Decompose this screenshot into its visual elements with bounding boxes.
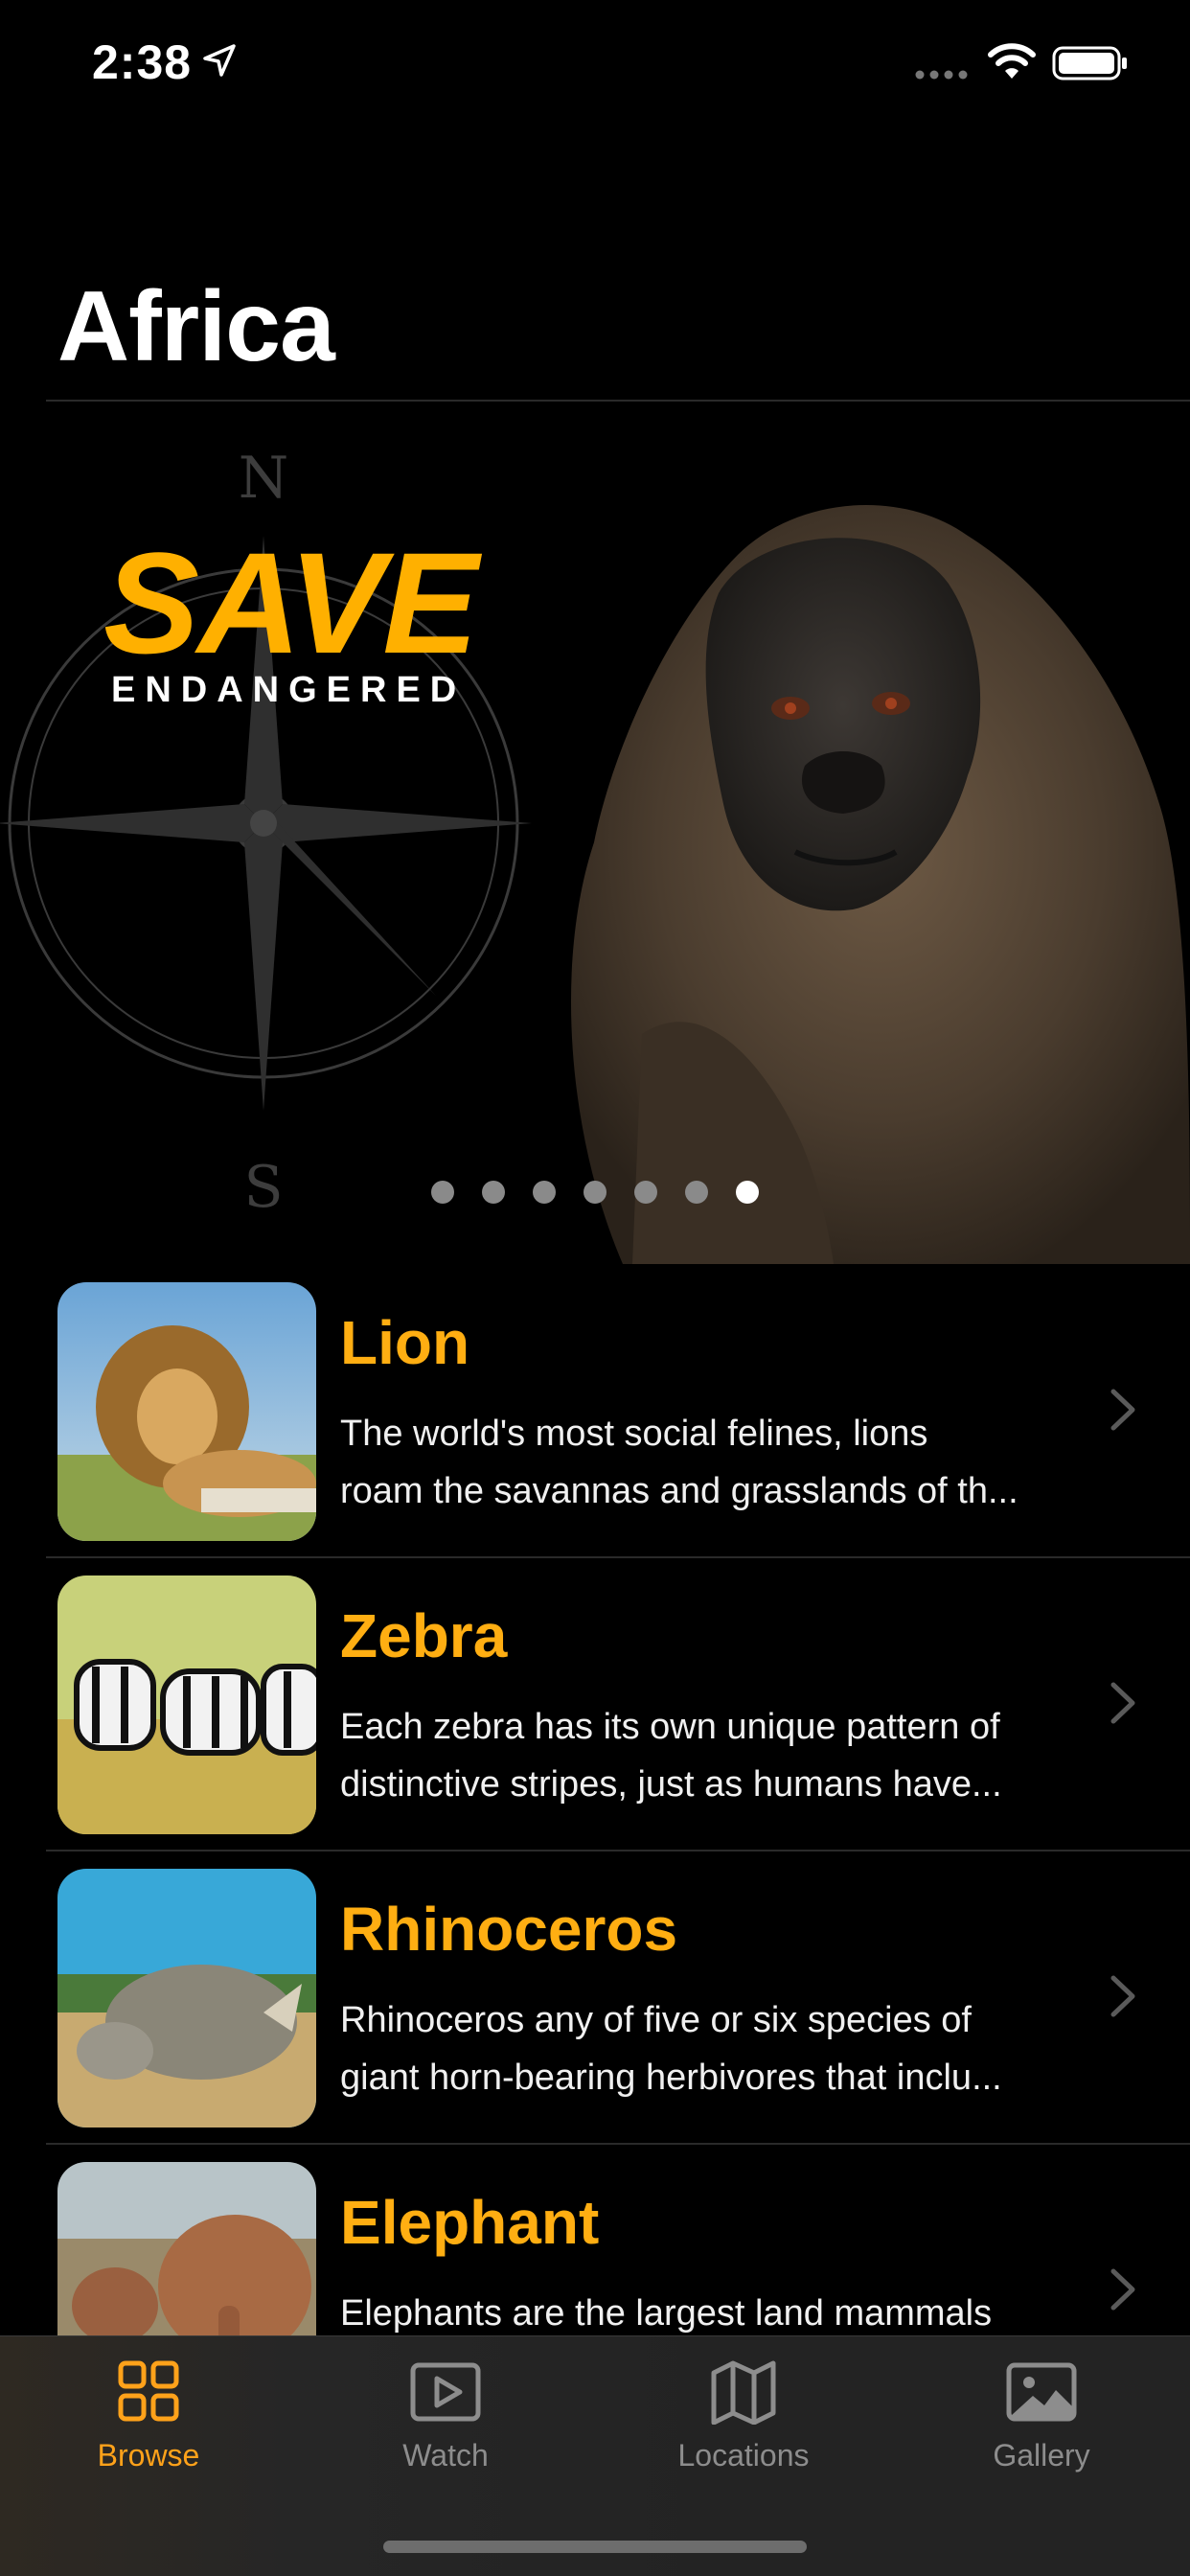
page-dot[interactable] xyxy=(685,1181,708,1204)
tab-label: Locations xyxy=(677,2438,810,2472)
hero-subheadline: ENDANGERED xyxy=(111,670,467,710)
animal-description: Rhinoceros any of five or six species of… xyxy=(340,2000,1002,2098)
page-dot[interactable] xyxy=(584,1181,606,1204)
page-dot[interactable] xyxy=(533,1181,556,1204)
animal-name: Rhinoceros xyxy=(340,1895,678,1964)
rhinoceros-thumbnail xyxy=(57,1869,316,2128)
animal-description: The world's most social felines, lions r… xyxy=(340,1414,1018,1511)
status-time: 2:38 xyxy=(92,35,193,89)
page-dot[interactable] xyxy=(736,1181,759,1204)
page-dot[interactable] xyxy=(482,1181,505,1204)
animal-description: Elephants are the largest land mammals xyxy=(340,2293,993,2334)
status-bar: 2:38 xyxy=(0,0,1190,126)
battery-icon xyxy=(1052,46,1127,80)
photo-icon xyxy=(1006,2362,1077,2422)
lion-thumbnail xyxy=(57,1282,316,1541)
animal-description: Each zebra has its own unique pattern of… xyxy=(340,1707,1002,1805)
list-item-rhinoceros[interactable]: Rhinoceros Rhinoceros any of five or six… xyxy=(0,1852,1190,2145)
hero-carousel[interactable]: N S SAVE ENDANGERED xyxy=(0,402,1190,1264)
animal-list: Lion The world's most social felines, li… xyxy=(0,1265,1190,2438)
animal-name: Zebra xyxy=(340,1601,508,1670)
gorilla-image xyxy=(571,504,1190,1264)
tab-label: Gallery xyxy=(993,2438,1090,2472)
grid-icon xyxy=(118,2360,179,2422)
list-item-zebra[interactable]: Zebra Each zebra has its own unique patt… xyxy=(0,1558,1190,1852)
animal-name: Lion xyxy=(340,1308,470,1377)
animal-name: Elephant xyxy=(340,2188,600,2257)
wifi-icon xyxy=(988,43,1036,79)
hero-headline: SAVE xyxy=(103,522,478,683)
compass-south-label: S xyxy=(243,1154,283,1221)
play-icon xyxy=(410,2362,481,2422)
cellular-signal-icon xyxy=(915,70,968,80)
tab-gallery[interactable]: Gallery xyxy=(946,2359,1137,2494)
list-item-lion[interactable]: Lion The world's most social felines, li… xyxy=(0,1265,1190,1558)
chevron-right-icon xyxy=(1110,2268,1135,2311)
tab-locations[interactable]: Locations xyxy=(648,2359,839,2494)
tab-browse[interactable]: Browse xyxy=(53,2359,244,2494)
tab-label: Watch xyxy=(402,2438,489,2472)
chevron-right-icon xyxy=(1110,1389,1135,1431)
chevron-right-icon xyxy=(1110,1682,1135,1724)
compass-north-label: N xyxy=(239,445,289,512)
carousel-page-indicator[interactable] xyxy=(431,1181,759,1204)
location-arrow-icon xyxy=(203,44,236,77)
tab-watch[interactable]: Watch xyxy=(350,2359,541,2494)
zebra-thumbnail xyxy=(57,1576,316,1834)
chevron-right-icon xyxy=(1110,1975,1135,2017)
tab-label: Browse xyxy=(97,2438,200,2472)
page-title: Africa xyxy=(57,271,335,382)
page-dot[interactable] xyxy=(431,1181,454,1204)
home-indicator xyxy=(383,2541,807,2553)
map-icon xyxy=(711,2360,776,2425)
page-dot[interactable] xyxy=(634,1181,657,1204)
